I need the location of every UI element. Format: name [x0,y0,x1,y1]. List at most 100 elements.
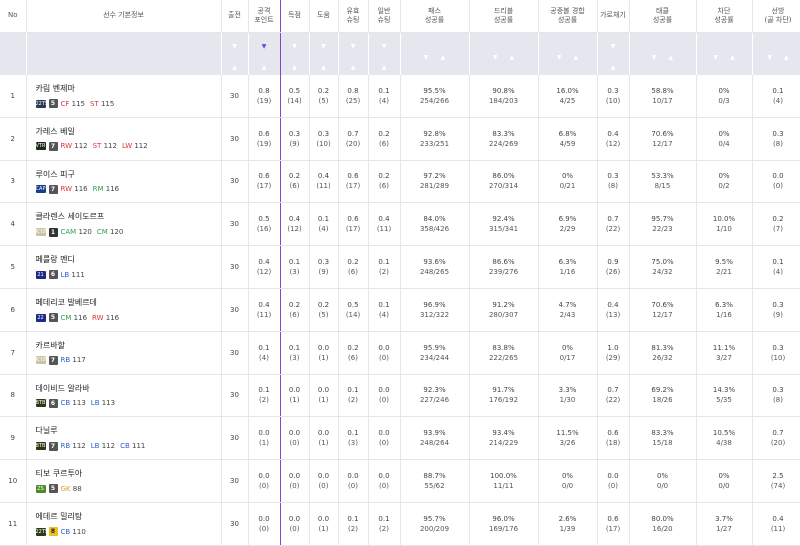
stat-detail: 0/0 [697,481,752,491]
table-row[interactable]: 3루이스 피구CAP7RW 116RM 116300.6(17)0.2(6)0.… [0,160,800,203]
player-name[interactable]: 루이스 피구 [36,169,221,181]
player-name[interactable]: 티보 쿠르투아 [36,468,221,480]
player-info-cell[interactable]: 카림 벤제마22TS5CF 115ST 115 [26,75,221,117]
stat-detail: 227/246 [401,395,469,405]
row-number: 7 [0,331,26,374]
player-name[interactable]: 에데르 밀리탕 [36,511,221,523]
stat-value: 0.4 [249,257,280,267]
sort-asc-icon[interactable]: ▲ [730,51,735,65]
column-header-goals[interactable]: 득점 [280,0,309,33]
column-header-apps[interactable]: 출전 [221,0,248,33]
enhance-level-badge: 5 [49,484,58,493]
sort-asc-icon[interactable]: ▲ [262,61,267,75]
stat-attack_points: 0.4(12) [248,246,280,289]
table-row[interactable]: 2가레스 베일VTR7RW 112ST 112LW 112300.6(19)0.… [0,117,800,160]
column-header-attack_points[interactable]: 공격포인트 [248,0,280,33]
column-header-shots[interactable]: 일반슈팅 [368,0,400,33]
stat-detail: (19) [249,139,280,149]
column-header-block[interactable]: 차단성공률 [696,0,752,33]
player-info-cell[interactable]: 페데리코 발베르데225CM 116RW 116 [26,288,221,331]
player-info-cell[interactable]: 데이비드 알라바BTB6CB 113LB 113 [26,374,221,417]
sort-desc-icon[interactable]: ▼ [493,51,498,65]
column-header-aerial[interactable]: 공중볼 경합성공률 [538,0,597,33]
player-info-cell[interactable]: 에데르 밀리탕22TS8CB 110 [26,502,221,545]
table-row[interactable]: 10티보 쿠르투아ZS5GK 88300.0(0)0.0(0)0.0(0)0.0… [0,460,800,503]
table-row[interactable]: 5페를랑 멘디216LB 111300.4(12)0.1(3)0.3(9)0.2… [0,246,800,289]
sort-desc-icon[interactable]: ▼ [321,40,326,54]
player-info-cell[interactable]: 루이스 피구CAP7RW 116RM 116 [26,160,221,203]
table-row[interactable]: 1카림 벤제마22TS5CF 115ST 115300.8(19)0.5(14)… [0,75,800,117]
column-header-assists[interactable]: 도움 [309,0,338,33]
stat-defense: 0.3(8) [752,117,800,160]
sort-asc-icon[interactable]: ▲ [382,61,387,75]
position-ovr: 112 [72,142,88,150]
player-info-cell[interactable]: 티보 쿠르투아ZS5GK 88 [26,460,221,503]
table-row[interactable]: 7카르바할ICON7RB 117300.1(4)0.1(3)0.0(1)0.2(… [0,331,800,374]
stat-value: 0.3 [598,171,629,181]
stat-assists: 0.0(1) [309,374,338,417]
stat-apps: 30 [221,203,248,246]
sort-desc-icon[interactable]: ▼ [351,40,356,54]
stat-goals: 0.0(0) [280,502,309,545]
sort-cell-dribble: ▼▲ [469,33,538,76]
stat-detail: 214/229 [470,438,538,448]
player-info-cell[interactable]: 카르바할ICON7RB 117 [26,331,221,374]
stat-detail: 12/17 [630,310,696,320]
sort-asc-icon[interactable]: ▲ [510,51,515,65]
sort-asc-icon[interactable]: ▲ [611,61,616,75]
sort-asc-icon[interactable]: ▲ [574,51,579,65]
sort-asc-icon[interactable]: ▲ [441,51,446,65]
stat-detail: 8/15 [630,181,696,191]
player-name[interactable]: 카르바할 [36,340,221,352]
sort-desc-icon[interactable]: ▼ [652,51,657,65]
sort-desc-icon[interactable]: ▼ [292,40,297,54]
stat-intercept: 0.3(8) [597,160,629,203]
stat-detail: (1) [310,524,338,534]
sort-desc-icon[interactable]: ▼ [713,51,718,65]
column-header-tackle[interactable]: 태클성공률 [629,0,696,33]
column-header-player[interactable]: 선수 기본정보 [26,0,221,33]
column-header-intercept[interactable]: 가로채기 [597,0,629,33]
sort-desc-icon[interactable]: ▼ [557,51,562,65]
sort-desc-icon[interactable]: ▼ [611,40,616,54]
sort-desc-icon[interactable]: ▼ [262,40,267,54]
sort-asc-icon[interactable]: ▲ [292,61,297,75]
sort-asc-icon[interactable]: ▲ [784,51,789,65]
column-header-label: 일반 [378,7,391,15]
column-header-no[interactable]: No [0,0,26,33]
player-info-cell[interactable]: 다닐루BTB7RB 112LB 112CB 111 [26,417,221,460]
sort-desc-icon[interactable]: ▼ [424,51,429,65]
stat-value: 0.5 [281,86,309,96]
stat-detail: 10/17 [630,96,696,106]
stat-value: 0.2 [339,257,368,267]
player-name[interactable]: 다닐루 [36,425,221,437]
player-name[interactable]: 카림 벤제마 [36,83,221,95]
sort-asc-icon[interactable]: ▲ [321,61,326,75]
sort-asc-icon[interactable]: ▲ [669,51,674,65]
player-name[interactable]: 페데리코 발베르데 [36,297,221,309]
player-name[interactable]: 데이비드 알라바 [36,383,221,395]
stat-value: 0.2 [281,171,309,181]
player-info-cell[interactable]: 가레스 베일VTR7RW 112ST 112LW 112 [26,117,221,160]
sort-desc-icon[interactable]: ▼ [767,51,772,65]
column-header-dribble[interactable]: 드리블성공률 [469,0,538,33]
player-name[interactable]: 가레스 베일 [36,126,221,138]
table-row[interactable]: 6페데리코 발베르데225CM 116RW 116300.4(11)0.2(6)… [0,288,800,331]
player-info-cell[interactable]: 클라렌스 세이도르프ICON1CAM 120CM 120 [26,203,221,246]
table-row[interactable]: 9다닐루BTB7RB 112LB 112CB 111300.0(1)0.0(0)… [0,417,800,460]
table-row[interactable]: 4클라렌스 세이도르프ICON1CAM 120CM 120300.5(16)0.… [0,203,800,246]
stat-detail: (1) [310,438,338,448]
column-header-shots_on[interactable]: 유효슈팅 [338,0,368,33]
stat-detail: 15/18 [630,438,696,448]
table-row[interactable]: 8데이비드 알라바BTB6CB 113LB 113300.1(2)0.0(1)0… [0,374,800,417]
sort-desc-icon[interactable]: ▼ [232,40,237,54]
sort-desc-icon[interactable]: ▼ [382,40,387,54]
sort-asc-icon[interactable]: ▲ [351,61,356,75]
table-row[interactable]: 11에데르 밀리탕22TS8CB 110300.0(0)0.0(0)0.0(1)… [0,502,800,545]
player-name[interactable]: 페를랑 멘디 [36,254,221,266]
player-info-cell[interactable]: 페를랑 멘디216LB 111 [26,246,221,289]
column-header-pass[interactable]: 패스성공률 [400,0,469,33]
column-header-defense[interactable]: 선방(골 차단) [752,0,800,33]
player-name[interactable]: 클라렌스 세이도르프 [36,211,221,223]
sort-asc-icon[interactable]: ▲ [232,61,237,75]
